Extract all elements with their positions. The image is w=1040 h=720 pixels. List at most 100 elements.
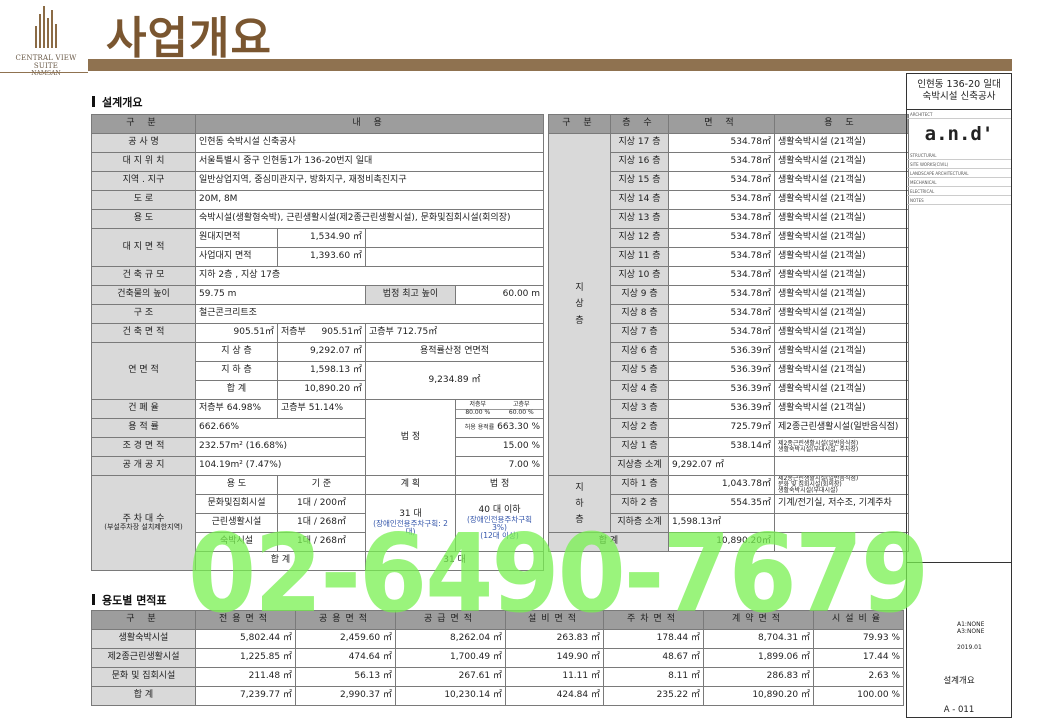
floor-subtotal-label: 지상층 소계 [610,456,669,476]
area-value: 2,459.60 ㎡ [295,629,396,649]
floor-area-table: 구 분층 수면 적용 도 지 상 층 지상 17 층 534.78㎡ 생활숙박시설 (21… [548,114,909,552]
area-value: 56.13 ㎡ [295,667,396,687]
project-name: 인현동 136-20 일대 숙박시설 신축공사 [907,74,1011,110]
floor-name: 지상 9 층 [610,285,669,305]
area-col-header: 전용면적 [195,610,296,630]
floor-area: 725.79㎡ [668,418,775,438]
site-area-sub: 원대지면적 [195,228,278,248]
floor-name: 지상 11 층 [610,247,669,267]
notes-label: NOTES [907,196,1011,205]
parking-sum-value: 31 대 [364,551,545,571]
area-value: 235.22 ㎡ [603,686,704,706]
below-ground-label: 지하층 [548,475,611,533]
floor-name: 지하 1 층 [610,475,669,495]
floor-area-sub: 지 상 층 [195,342,278,362]
row-value: 인현동 숙박시설 신축공사 [194,133,545,153]
area-value: 8.11 ㎡ [603,667,704,687]
parking-col: 용 도 [195,475,278,495]
electrical-label: ELECTRICAL [907,187,1011,196]
parking-use: 숙박시설 [195,532,278,552]
far-legal: 허용 용적률 663.30 % [454,418,545,438]
col-floor: 층 수 [610,114,669,134]
brand-line1: CENTRAL VIEW SUITE [15,54,77,70]
floor-rows: 지 상 층 지상 17 층 534.78㎡ 생활숙박시설 (21객실) 지상 16 층 534… [548,133,909,552]
floor-area: 534.78㎡ [668,209,775,229]
floor-use: 생활숙박시설 (21객실) [774,399,909,419]
floor-area: 534.78㎡ [668,285,775,305]
floor-name: 지상 2 층 [610,418,669,438]
total-use [774,532,909,552]
site-area-label: 대 지 면 적 [91,228,196,267]
title-block: 인현동 136-20 일대 숙박시설 신축공사 ARCHITECT a.n.d' … [906,73,1012,718]
floor-area: 536.39㎡ [668,342,775,362]
floor-area: 536.39㎡ [668,380,775,400]
height-label: 건축물의 높이 [91,285,196,305]
floor-name: 지상 10 층 [610,266,669,286]
firm-logo: a.n.d' [924,122,994,145]
area-value: 1,700.49 ㎡ [395,648,506,668]
floor-area: 534.78㎡ [668,190,775,210]
floor-use: 생활숙박시설 (21객실) [774,190,909,210]
floor-use: 생활숙박시설 (21객실) [774,247,909,267]
bcr-legal: 저층부 고층부 80.00 % 60.00 % [454,399,545,419]
floor-name: 지상 3 층 [610,399,669,419]
far-value: 662.66% [195,418,366,438]
parking-plan: 31 대 (장애인전용주차구획: 2대) [365,494,456,552]
site-area-sub: 사업대지 면적 [195,247,278,267]
open-space-label: 공 개 공 지 [91,456,196,476]
floor-use: 생활숙박시설 (21객실) [774,228,909,248]
mechanical-label: MECHANICAL [907,178,1011,187]
floor-name: 지상 5 층 [610,361,669,381]
area-value: 178.44 ㎡ [603,629,704,649]
area-row-label: 생활숙박시설 [91,629,196,649]
area-value: 1,899.06 ㎡ [703,648,814,668]
total-area: 10,890.20㎡ [668,532,775,552]
structural-label: STRUCTURAL [907,151,1011,160]
building-area-value: 905.51㎡ [195,323,278,343]
scale-label: 건 축 규 모 [91,266,196,286]
bcr-high: 고층부 51.14% [277,399,366,419]
floor-area-value: 10,890.20 ㎡ [277,380,366,400]
floor-use: 생활숙박시설 (21객실) [774,209,909,229]
floor-name: 지상 8 층 [610,304,669,324]
area-value: 474.64 ㎡ [295,648,396,668]
area-col-header: 시설비율 [813,610,904,630]
far-label: 용 적 률 [91,418,196,438]
area-col-header: 공급면적 [395,610,506,630]
row-value: 20M, 8M [194,190,545,210]
parking-use: 문화및집회시설 [195,494,278,514]
area-value: 1,225.85 ㎡ [195,648,296,668]
scale-info: A1:NONE A3:NONE [957,621,985,635]
row-value: 서울특별시 중구 인현동1가 136-20번지 일대 [194,152,545,172]
floor-use: 기계/전기실, 저수조, 기계주차 [774,494,909,514]
height-value: 59.75 m [195,285,366,305]
header-band [88,59,1012,71]
floor-area: 534.78㎡ [668,133,775,153]
floor-name: 지상 7 층 [610,323,669,343]
parking-std: 1대 / 200㎡ [277,494,366,514]
floor-area: 534.78㎡ [668,304,775,324]
floor-area-label: 연 면 적 [91,342,196,400]
floor-area: 534.78㎡ [668,171,775,191]
area-value: 7,239.77 ㎡ [195,686,296,706]
civil-label: SITE WORKS(CIVIL) [907,160,1011,169]
section-area-table: 용도별 면적표 [92,592,167,608]
building-area-low: 저층부 905.51㎡ [277,323,366,343]
floor-area-value: 9,292.07 ㎡ [277,342,366,362]
floor-use: 생활숙박시설 (21객실) [774,266,909,286]
area-value: 5,802.44 ㎡ [195,629,296,649]
design-overview-table: 구 분내 용 공 사 명 인현동 숙박시설 신축공사 대 지 위 치 서울특별시 중… [91,114,545,571]
col-use: 용 도 [774,114,909,134]
area-value: 424.84 ㎡ [505,686,604,706]
area-row-label: 문화 및 집회시설 [91,667,196,687]
floor-use: 생활숙박시설 (21객실) [774,380,909,400]
floor-use: 제2종근린생활시설(일반음식점) 생활숙박시설(부대시설, 주차장) [774,437,909,457]
row-label: 용 도 [91,209,196,229]
floor-area: 536.39㎡ [668,399,775,419]
parking-col: 계 획 [365,475,456,495]
floor-area: 536.39㎡ [668,361,775,381]
area-value: 8,262.04 ㎡ [395,629,506,649]
area-value: 17.44 % [813,648,904,668]
area-value: 8,704.31 ㎡ [703,629,814,649]
row-label: 공 사 명 [91,133,196,153]
